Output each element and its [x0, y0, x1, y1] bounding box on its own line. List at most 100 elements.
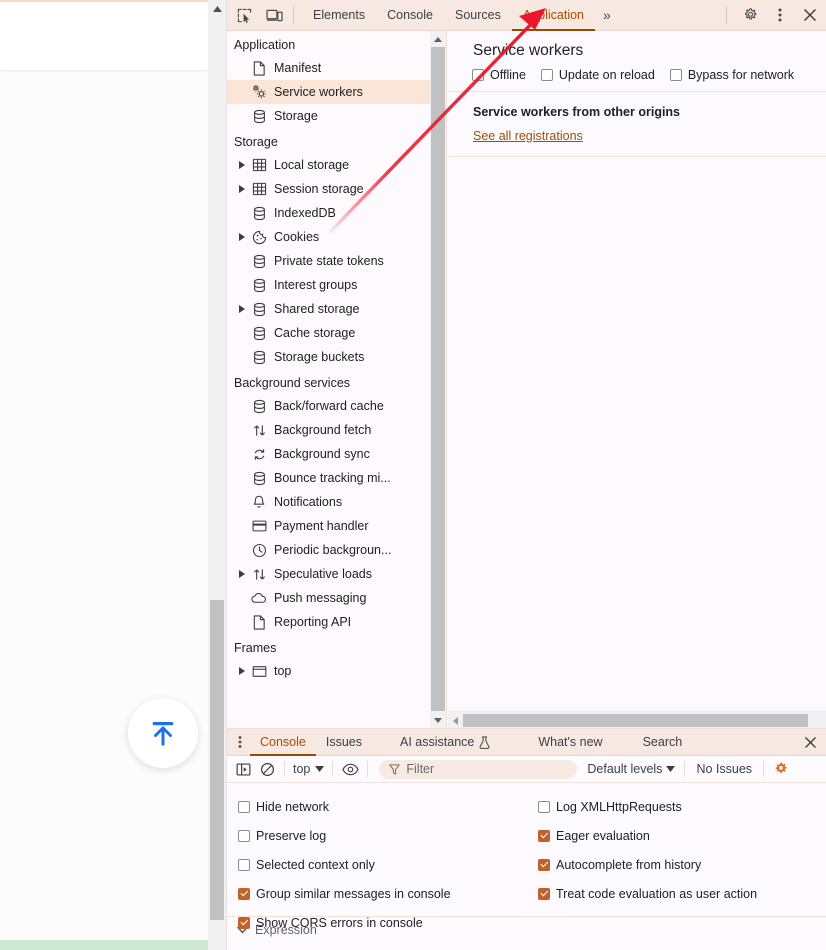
sidebar-item-top[interactable]: top [227, 659, 430, 683]
console-issues-counter[interactable]: No Issues [690, 762, 758, 776]
twisty-icon[interactable] [235, 230, 249, 244]
more-tabs-button[interactable]: » [595, 7, 619, 23]
checkbox[interactable] [238, 916, 250, 929]
page-scrollbar-thumb[interactable] [210, 600, 224, 920]
sidebar-scrollbar[interactable] [430, 31, 446, 728]
page-scroll-up-arrow[interactable] [208, 0, 226, 18]
checkbox[interactable] [538, 858, 550, 871]
bypass-for-network-checkbox[interactable] [669, 69, 682, 81]
sidebar-item-payment-handler[interactable]: Payment handler [227, 514, 430, 538]
eye-icon [342, 763, 359, 775]
tab-elements[interactable]: Elements [302, 0, 376, 31]
offline-checkbox-row[interactable]: Offline [472, 68, 526, 82]
checkbox[interactable] [538, 829, 550, 842]
console-setting-show-cors-errors-in-console[interactable]: Show CORS errors in console [238, 908, 451, 937]
offline-checkbox[interactable] [472, 69, 484, 81]
console-setting-log-xmlhttprequests[interactable]: Log XMLHttpRequests [538, 792, 757, 821]
clear-console-button[interactable] [255, 758, 279, 780]
update-on-reload-checkbox-row[interactable]: Update on reload [540, 68, 655, 82]
sidebar-scrollbar-thumb[interactable] [431, 47, 445, 711]
sidebar-item-storage-buckets[interactable]: Storage buckets [227, 345, 430, 369]
sidebar-item-background-sync[interactable]: Background sync [227, 442, 430, 466]
tab-console[interactable]: Console [376, 0, 444, 31]
sidebar-item-notifications[interactable]: Notifications [227, 490, 430, 514]
console-sidebar-toggle-button[interactable] [231, 758, 255, 780]
checkbox[interactable] [238, 829, 250, 842]
tab-application[interactable]: Application [512, 0, 595, 31]
live-expression-button[interactable] [338, 758, 362, 780]
sidebar-item-storage[interactable]: Storage [227, 104, 430, 128]
twisty-icon[interactable] [235, 567, 249, 581]
drawer-menu-button[interactable] [230, 730, 250, 754]
bell-icon [249, 494, 269, 510]
console-context-selector[interactable]: top [290, 762, 327, 776]
console-setting-autocomplete-from-history[interactable]: Autocomplete from history [538, 850, 757, 879]
close-devtools-button[interactable] [797, 2, 823, 28]
close-drawer-button[interactable] [795, 736, 826, 749]
twisty-icon[interactable] [235, 182, 249, 196]
update-on-reload-checkbox[interactable] [540, 69, 553, 81]
main-horizontal-scrollbar[interactable] [448, 711, 826, 728]
console-levels-selector[interactable]: Default levels [583, 762, 679, 776]
device-toolbar-button[interactable] [261, 2, 287, 28]
scroll-to-top-button[interactable] [128, 698, 198, 768]
drawer-tab-ai-assistance[interactable]: AI assistance [390, 729, 500, 756]
see-all-registrations-link[interactable]: See all registrations [473, 129, 583, 143]
checkbox[interactable] [238, 800, 250, 813]
settings-button[interactable] [737, 2, 763, 28]
console-filter-input[interactable]: Filter [379, 759, 578, 779]
console-setting-hide-network[interactable]: Hide network [238, 792, 451, 821]
console-settings-button[interactable] [769, 758, 793, 780]
h-scroll-left-arrow[interactable] [448, 712, 462, 729]
console-setting-treat-code-evaluation-as-user-action[interactable]: Treat code evaluation as user action [538, 879, 757, 908]
inspect-element-button[interactable] [231, 2, 257, 28]
checkbox[interactable] [238, 858, 250, 871]
console-setting-selected-context-only[interactable]: Selected context only [238, 850, 451, 879]
sidebar-item-bounce-tracking-mi[interactable]: Bounce tracking mi... [227, 466, 430, 490]
sidebar-item-speculative-loads[interactable]: Speculative loads [227, 562, 430, 586]
sidebar-scroll-down-arrow[interactable] [430, 712, 446, 728]
tab-sources[interactable]: Sources [444, 0, 512, 31]
sidebar-item-service-workers[interactable]: Service workers [227, 80, 430, 104]
drawer-tab-search[interactable]: Search [633, 729, 693, 756]
drawer-tab-whats-new-label: What's new [538, 734, 603, 749]
sidebar-item-cache-storage[interactable]: Cache storage [227, 321, 430, 345]
sidebar-scroll-up-arrow[interactable] [430, 31, 446, 47]
checkbox[interactable] [538, 800, 550, 813]
checkbox[interactable] [538, 887, 550, 900]
sidebar-item-private-state-tokens[interactable]: Private state tokens [227, 249, 430, 273]
sidebar-item-indexeddb[interactable]: IndexedDB [227, 201, 430, 225]
sidebar-item-push-messaging[interactable]: Push messaging [227, 586, 430, 610]
drawer-tab-whats-new[interactable]: What's new [528, 729, 612, 756]
application-tree[interactable]: Application Manifest Service workers Storag… [227, 31, 430, 728]
sidebar-item-cookies[interactable]: Cookies [227, 225, 430, 249]
sidebar-item-label: top [274, 664, 292, 678]
bypass-for-network-checkbox-row[interactable]: Bypass for network [669, 68, 794, 82]
sidebar-item-background-fetch[interactable]: Background fetch [227, 418, 430, 442]
devtools-menu-button[interactable] [767, 2, 793, 28]
console-setting-preserve-log[interactable]: Preserve log [238, 821, 451, 850]
sidebar-item-label: Local storage [274, 158, 350, 172]
sidebar-item-reporting-api[interactable]: Reporting API [227, 610, 430, 634]
sidebar-item-local-storage[interactable]: Local storage [227, 153, 430, 177]
twisty-icon[interactable] [235, 664, 249, 678]
console-sidebar-icon [236, 762, 250, 776]
console-setting-label: Preserve log [256, 828, 327, 843]
cloud-icon [249, 590, 269, 606]
sidebar-item-manifest[interactable]: Manifest [227, 56, 430, 80]
h-scrollbar-thumb[interactable] [463, 714, 808, 727]
checkbox[interactable] [238, 887, 250, 900]
sidebar-item-session-storage[interactable]: Session storage [227, 177, 430, 201]
service-worker-controls: Offline Update on reload Bypass for netw… [448, 60, 826, 91]
sidebar-item-shared-storage[interactable]: Shared storage [227, 297, 430, 321]
sidebar-item-periodic-backgroun[interactable]: Periodic backgroun... [227, 538, 430, 562]
console-setting-group-similar-messages-in-console[interactable]: Group similar messages in console [238, 879, 451, 908]
drawer-tab-issues[interactable]: Issues [316, 729, 372, 756]
sidebar-item-interest-groups[interactable]: Interest groups [227, 273, 430, 297]
twisty-icon[interactable] [235, 302, 249, 316]
gear-icon [744, 7, 756, 19]
sidebar-item-back-forward-cache[interactable]: Back/forward cache [227, 394, 430, 418]
console-setting-eager-evaluation[interactable]: Eager evaluation [538, 821, 757, 850]
drawer-tab-console[interactable]: Console [250, 729, 316, 756]
twisty-icon[interactable] [235, 158, 249, 172]
